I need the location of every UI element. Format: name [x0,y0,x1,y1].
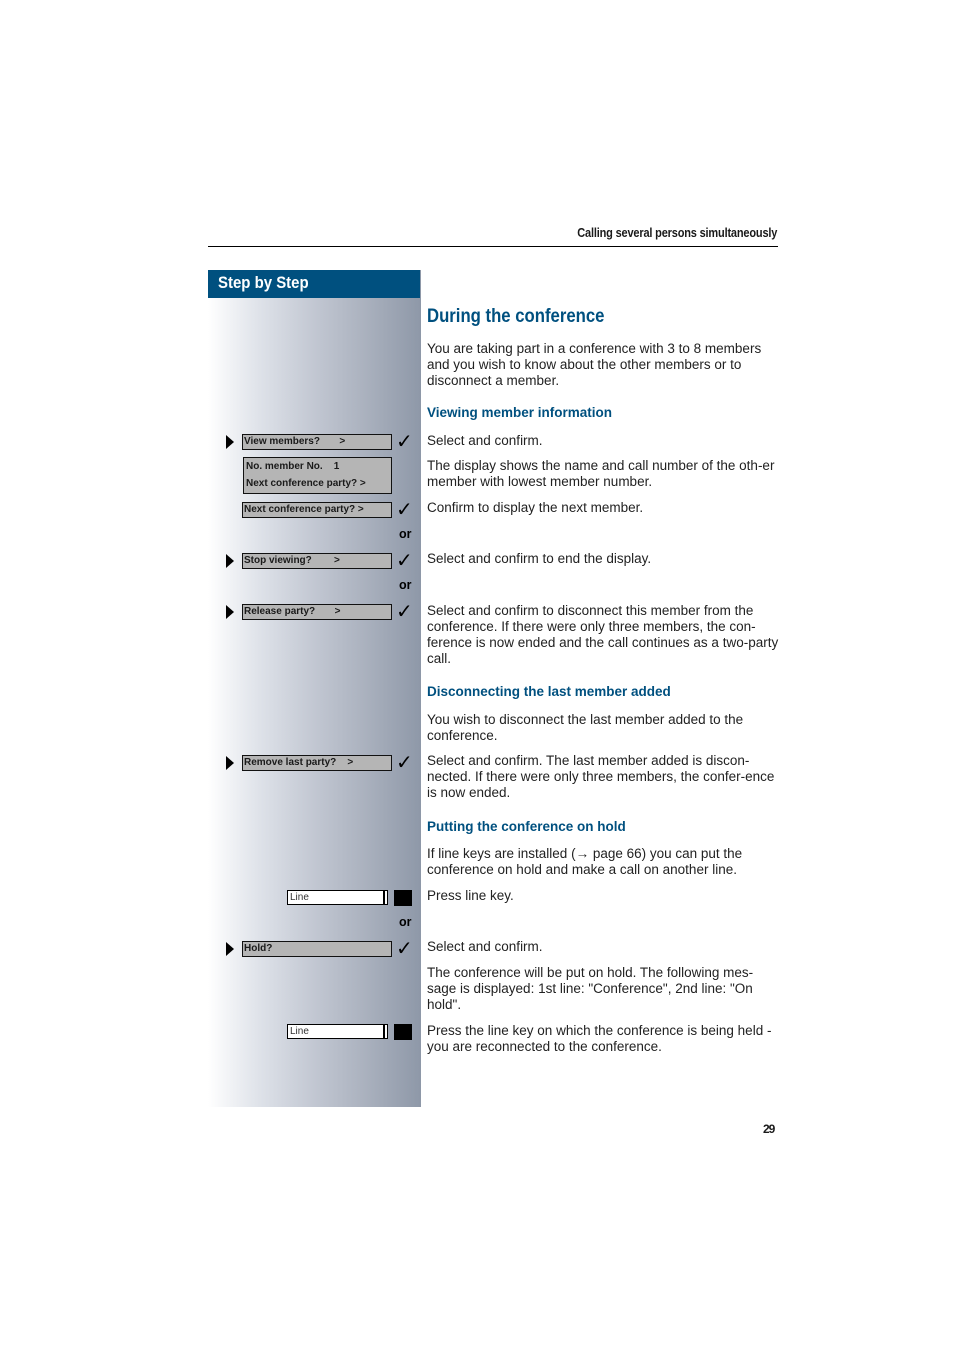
line-key-indicator [383,1025,385,1038]
select-arrow-icon [226,942,234,956]
display-member-info: No. member No. 1 Next conference party? … [243,457,392,494]
step-text: The display shows the name and call numb… [427,458,775,489]
step-text: Press the line key on which the conferen… [427,1023,772,1054]
line-key[interactable]: Line [287,890,388,905]
step-text: If line keys are installed (→ page 66) y… [427,846,743,877]
select-arrow-icon [226,605,234,619]
or-label: or [399,527,412,541]
sidebar-header: Step by Step [208,270,420,298]
running-header: Calling several persons simultaneously [577,226,777,240]
display-remove-last[interactable]: Remove last party? > [242,755,392,771]
line-key-button-icon[interactable] [394,890,412,906]
line-key[interactable]: Line [287,1024,388,1039]
display-release-party[interactable]: Release party? > [242,604,392,620]
step-text: Select and confirm to end the display. [427,551,652,566]
step-text: Select and confirm. [427,433,543,448]
step-text: Confirm to display the next member. [427,500,644,515]
checkmark-icon[interactable]: ✓ [396,499,413,519]
display-line: No. member No. 1 [246,461,340,472]
step-text: Press line key. [427,888,514,903]
section-heading-hold: Putting the conference on hold [427,819,626,834]
checkmark-icon[interactable]: ✓ [396,601,413,621]
display-line: Next conference party? > [246,478,366,489]
or-label: or [399,915,412,929]
display-stop-viewing[interactable]: Stop viewing? > [242,553,392,569]
select-arrow-icon [226,756,234,770]
step-text: The conference will be put on hold. The … [427,965,754,1012]
page-title: During the conference [427,306,605,327]
checkmark-icon[interactable]: ✓ [396,431,413,451]
checkmark-icon[interactable]: ✓ [396,550,413,570]
intro-text: You are taking part in a conference with… [427,341,762,388]
display-view-members[interactable]: View members? > [242,434,392,450]
line-key-label: Line [290,1026,309,1037]
step-sidebar [208,270,421,1107]
line-key-label: Line [290,892,309,903]
checkmark-icon[interactable]: ✓ [396,752,413,772]
section-heading-disconnect: Disconnecting the last member added [427,684,671,699]
step-text: You wish to disconnect the last member a… [427,712,744,743]
line-key-button-icon[interactable] [394,1024,412,1040]
step-text: Select and confirm. [427,939,543,954]
page-number: 29 [763,1122,775,1136]
line-key-indicator [383,891,385,904]
header-rule [208,246,778,247]
display-hold[interactable]: Hold? [242,941,392,957]
section-heading-viewing: Viewing member information [427,405,613,420]
checkmark-icon[interactable]: ✓ [396,938,413,958]
step-text: Select and confirm to disconnect this me… [427,603,779,666]
display-next-party[interactable]: Next conference party? > [242,502,392,518]
select-arrow-icon [226,554,234,568]
select-arrow-icon [226,435,234,449]
or-label: or [399,578,412,592]
step-text: Select and confirm. The last member adde… [427,753,775,800]
sidebar-title: Step by Step [218,273,309,292]
